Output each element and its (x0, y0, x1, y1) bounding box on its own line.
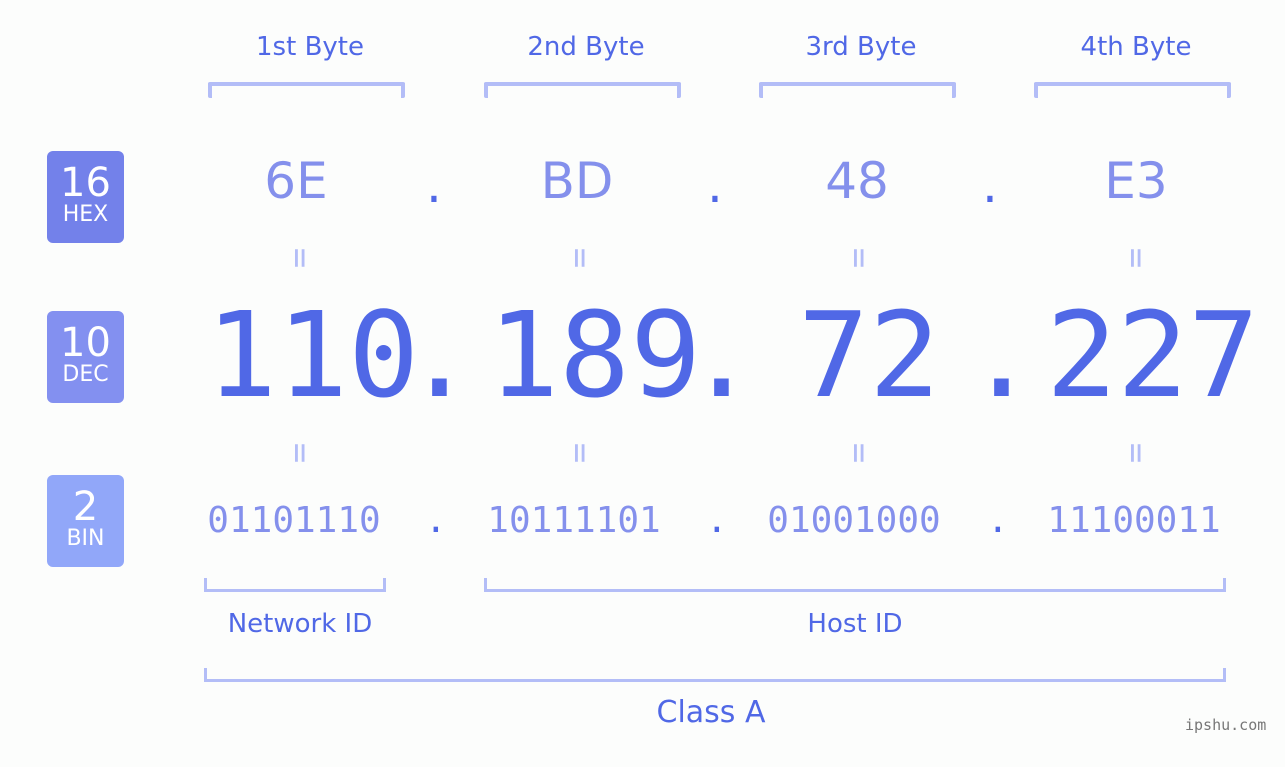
bin-badge: 2 BIN (47, 475, 124, 567)
bin-byte-4: 11100011 (1047, 500, 1221, 541)
class-bracket (204, 668, 1226, 682)
hex-badge: 16 HEX (47, 151, 124, 243)
dec-base: 10 (60, 320, 111, 366)
byte-bracket-2 (484, 82, 681, 98)
byte-header-2: 2nd Byte (527, 32, 645, 62)
bin-label: BIN (66, 526, 105, 551)
dec-separator: . (404, 286, 476, 424)
hex-label: HEX (62, 202, 109, 227)
byte-bracket-1 (208, 82, 405, 98)
bin-base: 2 (72, 484, 99, 530)
bin-byte-1: 01101110 (207, 500, 381, 541)
watermark: ipshu.com (1185, 716, 1267, 734)
byte-bracket-3 (759, 82, 956, 98)
byte-header-4: 4th Byte (1080, 32, 1192, 62)
hex-base: 16 (60, 160, 111, 206)
class-label: Class A (656, 695, 766, 730)
network-id-label: Network ID (227, 609, 373, 639)
bin-byte-3: 01001000 (767, 500, 941, 541)
host-id-label: Host ID (807, 609, 903, 639)
dec-label: DEC (62, 362, 109, 387)
hex-separator: . (426, 156, 442, 214)
bin-separator: . (706, 500, 728, 541)
dec-separator: . (966, 286, 1038, 424)
bin-byte-2: 10111101 (487, 500, 661, 541)
hex-separator: . (707, 156, 723, 214)
byte-bracket-4 (1034, 82, 1231, 98)
byte-header-3: 3rd Byte (805, 32, 917, 62)
network-id-bracket (204, 578, 386, 592)
bin-separator: . (425, 500, 447, 541)
host-id-bracket (484, 578, 1226, 592)
byte-header-1: 1st Byte (256, 32, 364, 62)
bin-separator: . (987, 500, 1009, 541)
dec-separator: . (686, 286, 758, 424)
hex-separator: . (982, 156, 998, 214)
dec-badge: 10 DEC (47, 311, 124, 403)
